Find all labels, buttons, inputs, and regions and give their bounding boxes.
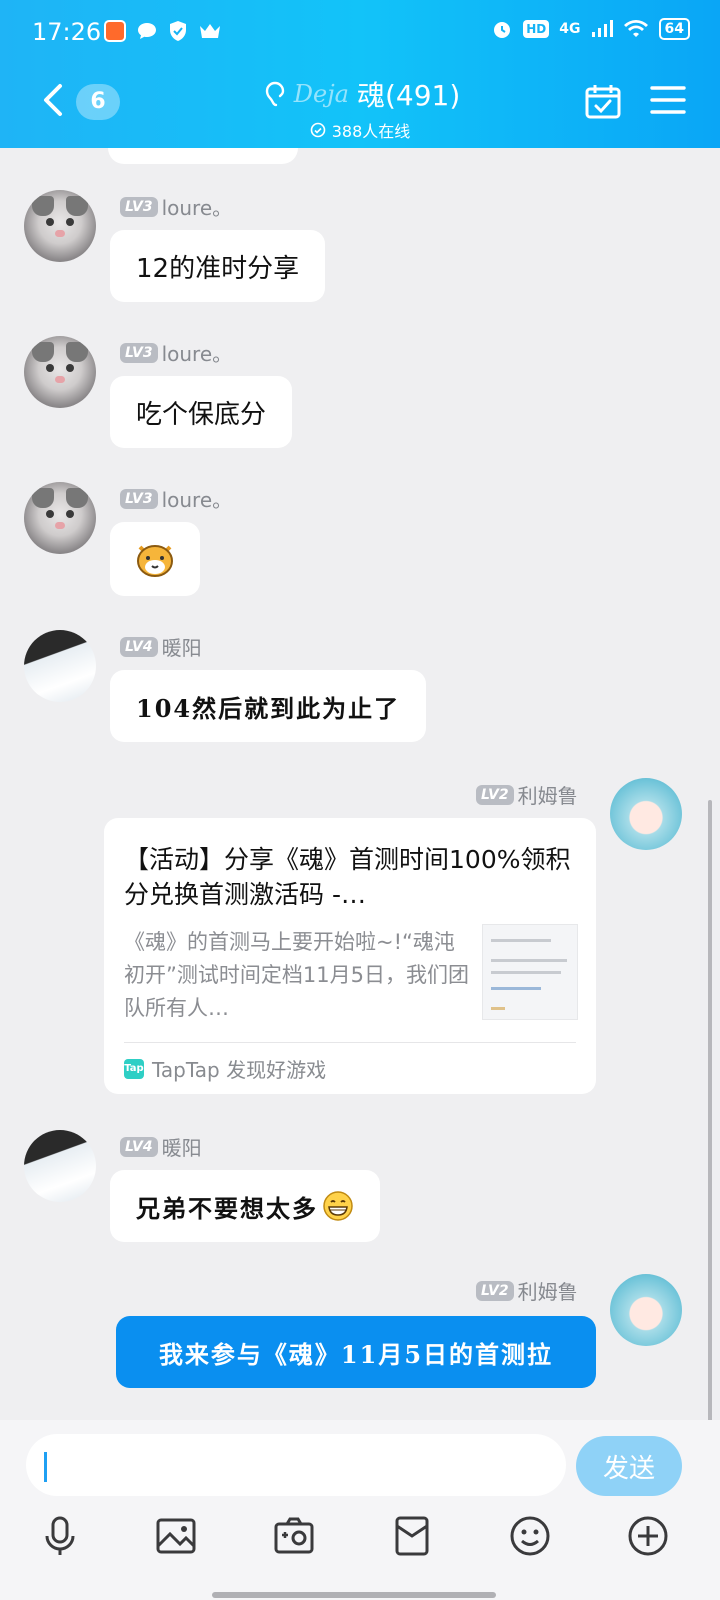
online-count-text: 388人在线 (331, 122, 411, 141)
level-badge: LV4 (120, 636, 158, 657)
link-card-source: Tap TapTap 发现好游戏 (124, 1054, 326, 1083)
level-badge: LV3 (120, 342, 158, 363)
message-bubble[interactable]: 吃个保底分 (110, 376, 293, 448)
group-logo: Deja (293, 80, 349, 108)
message-text: 兄弟不要想太多 (136, 1193, 318, 1223)
message-input[interactable] (26, 1434, 566, 1496)
sender-name[interactable]: loure。 (162, 484, 233, 513)
hd-badge: HD (523, 20, 550, 38)
level-badge: LV3 (120, 488, 158, 509)
sender-row: LV3 loure。 (120, 484, 232, 513)
nav-bar: 6 Deja 魂(491) 388人在线 (0, 66, 720, 148)
message-text: 104然后就到此为止了 (136, 693, 401, 723)
sender-name[interactable]: loure。 (162, 338, 233, 367)
avatar[interactable] (24, 630, 96, 702)
link-card-description: 《魂》的首测马上要开始啦~!“魂沌初开”测试时间定档11月5日，我们团队所有人… (124, 930, 469, 1020)
app-notification-icon (104, 20, 126, 42)
sender-row: LV3 loure。 (120, 192, 232, 221)
menu-icon[interactable] (650, 82, 686, 118)
unread-count-badge[interactable]: 6 (76, 84, 120, 120)
chat-header: 17:26 HD 4G 64 6 Deja 魂(491) 388人在线 (0, 0, 720, 148)
emoji-icon[interactable] (508, 1514, 552, 1558)
link-card[interactable]: 【活动】分享《魂》首测时间100%领积分兑换首测激活码 -… 《魂》的首测马上要… (104, 818, 596, 1094)
checkin-calendar-icon[interactable] (584, 82, 622, 120)
chat-title: 魂(491) (356, 79, 461, 112)
composer-toolbar (0, 1508, 720, 1578)
sender-row: LV2 利姆鲁 (476, 780, 578, 809)
message-text: 吃个保底分 (136, 399, 267, 430)
chat-scrollbar[interactable] (708, 800, 712, 1430)
sender-name[interactable]: 暖阳 (162, 632, 202, 661)
shiba-sticker-icon (137, 545, 173, 577)
avatar[interactable] (610, 1274, 682, 1346)
composer: 发送 (0, 1420, 720, 1600)
level-badge: LV2 (476, 1280, 514, 1301)
level-badge: LV2 (476, 784, 514, 805)
wifi-icon (623, 20, 648, 37)
sender-row: LV4 暖阳 (120, 1132, 202, 1161)
message-bubble[interactable] (110, 522, 200, 596)
alarm-icon (494, 22, 511, 38)
status-system-icons: HD 4G 64 (491, 18, 690, 40)
message-bubble[interactable]: 104然后就到此为止了 (110, 670, 427, 742)
avatar[interactable] (24, 190, 96, 262)
chat-title-block[interactable]: Deja 魂(491) 388人在线 (200, 74, 520, 142)
image-icon[interactable] (154, 1514, 198, 1558)
online-check-icon (310, 122, 326, 138)
grin-emoji-icon (323, 1191, 353, 1221)
previous-message-bubble (108, 148, 298, 164)
link-card-thumbnail (482, 924, 578, 1020)
my-message-bubble[interactable]: 我来参与《魂》11月5日的首测拉 (116, 1316, 596, 1388)
microphone-icon[interactable] (38, 1514, 82, 1558)
chat-bubble-icon (138, 23, 156, 39)
message-bubble[interactable]: 12的准时分享 (110, 230, 326, 302)
message-text: 我来参与《魂》11月5日的首测拉 (158, 1339, 554, 1369)
sender-name[interactable]: loure。 (162, 192, 233, 221)
sender-row: LV2 利姆鲁 (476, 1276, 578, 1305)
sender-row: LV3 loure。 (120, 338, 232, 367)
link-card-divider (124, 1042, 576, 1043)
message-bubble[interactable]: 兄弟不要想太多 (110, 1170, 380, 1242)
chat-message-list[interactable]: LV3 loure。 12的准时分享 LV3 loure。 吃个保底分 LV3 … (0, 148, 720, 1448)
camera-icon[interactable] (272, 1514, 316, 1558)
network-type: 4G (559, 21, 581, 37)
status-notification-icons (104, 20, 222, 42)
taptap-icon: Tap (124, 1058, 144, 1079)
plus-icon[interactable] (626, 1514, 670, 1558)
shield-icon (170, 21, 186, 41)
level-badge: LV4 (120, 1136, 158, 1157)
avatar[interactable] (24, 1130, 96, 1202)
sender-name[interactable]: 暖阳 (162, 1132, 202, 1161)
link-card-source-text: TapTap 发现好游戏 (152, 1058, 327, 1082)
online-count: 388人在线 (200, 118, 520, 142)
avatar[interactable] (24, 482, 96, 554)
message-text: 12的准时分享 (136, 253, 300, 284)
status-bar: 17:26 HD 4G 64 (0, 0, 720, 66)
avatar[interactable] (610, 778, 682, 850)
sender-name[interactable]: 利姆鲁 (518, 1276, 578, 1305)
crown-icon (200, 24, 220, 38)
level-badge: LV3 (120, 196, 158, 217)
sender-name[interactable]: 利姆鲁 (518, 780, 578, 809)
battery-indicator: 64 (658, 18, 690, 40)
home-indicator[interactable] (212, 1592, 496, 1598)
text-cursor (44, 1452, 47, 1482)
ear-icon (265, 81, 284, 107)
send-button[interactable]: 发送 (576, 1436, 682, 1496)
signal-icon (591, 20, 613, 37)
red-packet-icon[interactable] (390, 1514, 434, 1558)
status-time: 17:26 (32, 18, 102, 46)
back-icon[interactable] (34, 80, 74, 120)
sender-row: LV4 暖阳 (120, 632, 202, 661)
link-card-title: 【活动】分享《魂》首测时间100%领积分兑换首测激活码 -… (124, 845, 571, 909)
avatar[interactable] (24, 336, 96, 408)
